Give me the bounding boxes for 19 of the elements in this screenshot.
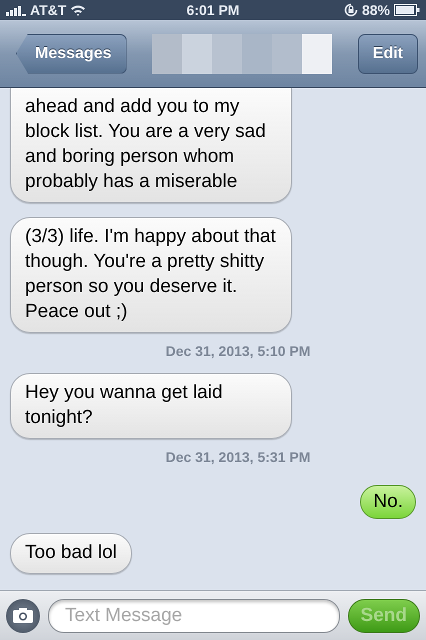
camera-icon bbox=[13, 608, 33, 623]
timestamp: Dec 31, 2013, 5:10 PM bbox=[166, 343, 310, 359]
message-input-field[interactable]: Text Message bbox=[48, 598, 340, 632]
back-button[interactable]: Messages bbox=[16, 34, 126, 74]
received-message: Hey you wanna get laid tonight? bbox=[10, 373, 292, 439]
received-message: (3/3) life. I'm happy about that though. You're a pretty shitty person so you deserve it. Peace out ;) bbox=[10, 217, 292, 333]
received-message: ahead and add you to my block list. You are a very sad and boring person whom probably has a miserable bbox=[10, 88, 292, 203]
sent-message: No. bbox=[360, 485, 416, 519]
received-message: Too bad lol bbox=[10, 533, 132, 574]
signal-icon bbox=[6, 4, 26, 16]
wifi-icon bbox=[70, 4, 86, 16]
timestamp: Dec 31, 2013, 5:31 PM bbox=[166, 449, 310, 465]
battery-icon bbox=[394, 4, 420, 16]
rotation-lock-icon bbox=[344, 3, 358, 17]
clock-time: 6:01 PM bbox=[186, 2, 240, 18]
battery-percent: 88% bbox=[362, 2, 390, 18]
carrier-name: AT&T bbox=[30, 2, 66, 18]
camera-button[interactable] bbox=[6, 598, 40, 632]
edit-button[interactable]: Edit bbox=[358, 34, 418, 74]
